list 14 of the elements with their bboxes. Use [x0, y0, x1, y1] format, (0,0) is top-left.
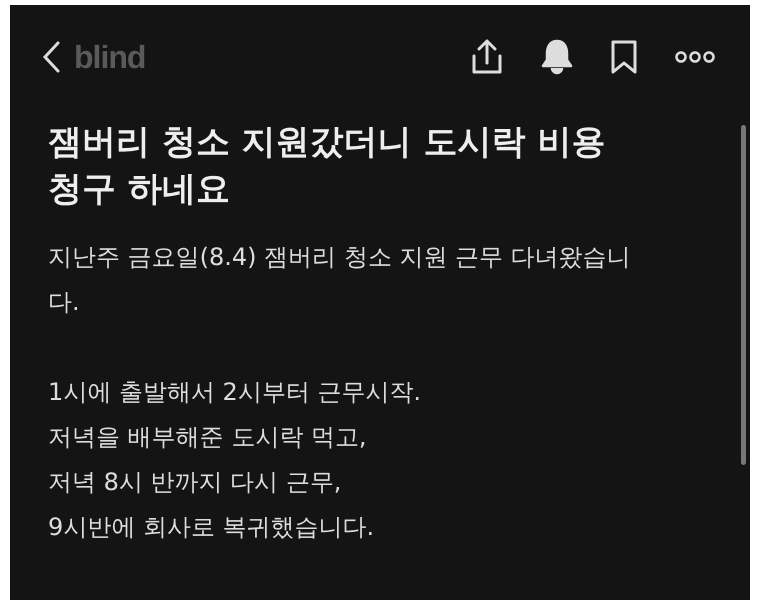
body-text: 1시에 출발해서 2시부터 근무시작. — [48, 377, 422, 408]
post-title: 잼버리 청소 지원갔더니 도시락 비용 청구 하네요 — [48, 121, 606, 211]
body-text: 저녁을 배부해준 도시락 먹고, — [48, 422, 368, 453]
body-text: 저녁 8시 반까지 다시 근무, — [48, 467, 342, 498]
bell-icon[interactable] — [540, 39, 574, 75]
logo: blind — [74, 38, 146, 76]
share-icon[interactable] — [470, 39, 504, 75]
scrollbar[interactable] — [741, 125, 746, 465]
body-text: 다. — [48, 287, 81, 318]
body-text: 지난주 금요일(8.4) 잼버리 청소 지원 근무 다녀왔습니 — [48, 242, 632, 273]
body-text: 9시반에 회사로 복귀했습니다. — [48, 512, 376, 543]
bookmark-icon[interactable] — [610, 39, 638, 75]
back-icon[interactable] — [42, 41, 60, 73]
more-icon[interactable] — [674, 50, 716, 64]
